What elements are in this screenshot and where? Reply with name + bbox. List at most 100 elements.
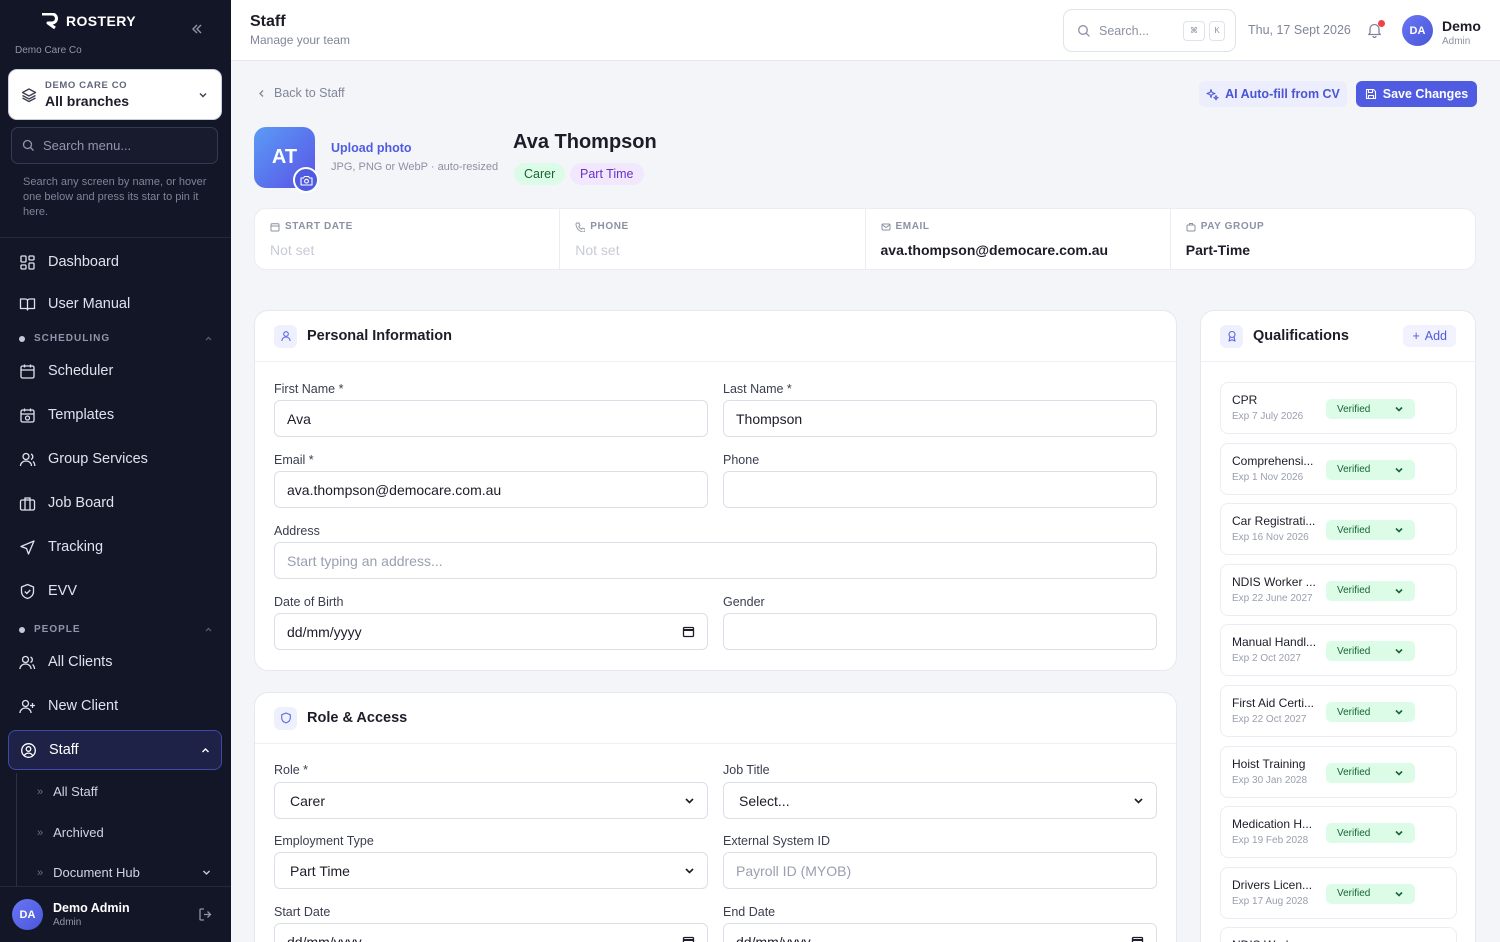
qualification-status-select[interactable]: Verified (1326, 883, 1415, 904)
submenu-item-all-staff[interactable]: » All Staff (37, 784, 212, 799)
sidebar-item-job-board[interactable]: Job Board (8, 483, 222, 523)
chevron-down-icon (1395, 467, 1403, 473)
first-name-input[interactable]: Ava (274, 400, 708, 437)
brand-name: ROSTERY (66, 13, 136, 29)
summary-label: EMAIL (895, 221, 930, 232)
qualification-item[interactable]: Manual Handl... Exp 2 Oct 2027 Verified (1220, 624, 1457, 677)
chevron-down-icon (1395, 588, 1403, 594)
sidebar-item-all-clients[interactable]: All Clients (8, 642, 222, 682)
qualification-item[interactable]: NDIS Worker ... (1220, 927, 1457, 942)
back-to-staff-link[interactable]: Back to Staff (257, 86, 345, 100)
shortcut-k-key: K (1209, 20, 1225, 41)
submenu-item-archived[interactable]: » Archived (37, 825, 212, 840)
ai-autofill-button[interactable]: AI Auto-fill from CV (1199, 81, 1347, 107)
external-id-input[interactable]: Payroll ID (MYOB) (723, 852, 1157, 889)
qualification-item[interactable]: Hoist Training Exp 30 Jan 2028 Verified (1220, 745, 1457, 798)
org-name: Demo Care Co (15, 45, 82, 56)
global-search-input[interactable]: Search... ⌘ K (1063, 9, 1236, 52)
email-input[interactable]: ava.thompson@democare.com.au (274, 471, 708, 508)
qualification-status-select[interactable]: Verified (1326, 823, 1415, 844)
double-chevron-icon: » (37, 866, 44, 879)
chevron-down-icon (1395, 649, 1403, 655)
external-id-label: External System ID (723, 834, 830, 848)
address-input[interactable]: Start typing an address... (274, 542, 1157, 579)
camera-icon[interactable] (293, 167, 319, 193)
sidebar-item-tracking[interactable]: Tracking (8, 527, 222, 567)
qualification-status-select[interactable]: Verified (1326, 459, 1415, 480)
save-changes-button[interactable]: Save Changes (1356, 81, 1477, 107)
user-circle-icon (21, 742, 36, 758)
qualification-item[interactable]: NDIS Worker ... Exp 22 June 2027 Verified (1220, 563, 1457, 616)
qualification-status-select[interactable]: Verified (1326, 762, 1415, 783)
status-label: Verified (1337, 403, 1371, 415)
job-title-select[interactable]: Select... (723, 782, 1157, 819)
sidebar-item-templates[interactable]: Templates (8, 395, 222, 435)
summary-value: Not set (270, 242, 315, 258)
search-placeholder: Search... (1099, 23, 1150, 38)
add-qualification-button[interactable]: + Add (1403, 325, 1456, 347)
card-title: Qualifications (1253, 328, 1349, 344)
sidebar-item-group-services[interactable]: Group Services (8, 439, 222, 479)
sidebar-item-staff[interactable]: Staff (8, 730, 222, 770)
sidebar-item-new-client[interactable]: New Client (8, 686, 222, 726)
summary-phone: PHONE Not set (560, 209, 866, 269)
sidebar-item-label: All Clients (48, 654, 113, 670)
sidebar-item-label: Templates (48, 407, 115, 423)
employment-type-select[interactable]: Part Time (274, 852, 708, 889)
start-date-input[interactable]: dd/mm/yyyy (274, 923, 708, 942)
qualification-item[interactable]: Car Registrati... Exp 16 Nov 2026 Verified (1220, 503, 1457, 556)
section-scheduling[interactable]: SCHEDULING (19, 333, 213, 344)
qualification-item[interactable]: Medication H... Exp 19 Feb 2028 Verified (1220, 806, 1457, 859)
qualification-name: Manual Handl... (1232, 635, 1317, 650)
collapse-sidebar-icon[interactable] (190, 22, 204, 36)
avatar[interactable]: DA (12, 899, 43, 930)
qualification-status-select[interactable]: Verified (1326, 702, 1415, 722)
last-name-input[interactable]: Thompson (723, 400, 1157, 437)
calendar-icon[interactable] (1131, 935, 1144, 942)
menu-search-input[interactable]: Search menu... (11, 127, 218, 164)
phone-input[interactable] (723, 471, 1157, 508)
section-people[interactable]: PEOPLE (19, 624, 213, 635)
shortcut-cmd-key: ⌘ (1183, 20, 1205, 41)
start-date-label: Start Date (274, 905, 331, 919)
sidebar-item-dashboard[interactable]: Dashboard (8, 242, 222, 282)
calendar-icon[interactable] (682, 935, 695, 942)
dob-input[interactable]: dd/mm/yyyy (274, 613, 708, 650)
status-label: Verified (1337, 645, 1371, 657)
save-button-label: Save Changes (1382, 87, 1469, 101)
upload-photo-link[interactable]: Upload photo (331, 141, 412, 155)
chevron-left-icon (259, 89, 264, 97)
submenu-item-document-hub[interactable]: » Document Hub (37, 865, 212, 880)
header-user-role: Admin (1442, 36, 1471, 47)
role-value: Carer (290, 792, 326, 809)
section-label: SCHEDULING (34, 333, 111, 344)
qualification-status-select[interactable]: Verified (1326, 399, 1415, 419)
role-select[interactable]: Carer (274, 782, 708, 819)
upload-hint: JPG, PNG or WebP · auto-resized (331, 161, 499, 173)
end-date-input[interactable]: dd/mm/yyyy (723, 923, 1157, 942)
header-avatar[interactable]: DA (1402, 15, 1433, 46)
logout-icon[interactable] (198, 907, 213, 922)
branch-selector[interactable]: DEMO CARE CO All branches (8, 69, 222, 120)
calendar-icon[interactable] (682, 625, 695, 638)
header-user-name[interactable]: Demo (1442, 18, 1481, 34)
sidebar-item-scheduler[interactable]: Scheduler (8, 351, 222, 391)
sidebar-item-user-manual[interactable]: User Manual (8, 284, 222, 324)
qualification-item[interactable]: Drivers Licen... Exp 17 Aug 2028 Verified (1220, 866, 1457, 919)
qualification-item[interactable]: CPR Exp 7 July 2026 Verified (1220, 382, 1457, 434)
brand-logo[interactable]: ROSTERY (41, 13, 136, 29)
sidebar-item-evv[interactable]: EVV (8, 571, 222, 611)
gender-input[interactable] (723, 613, 1157, 650)
qualification-item[interactable]: Comprehensi... Exp 1 Nov 2026 Verified (1220, 442, 1457, 495)
qualification-status-select[interactable]: Verified (1326, 580, 1415, 601)
back-label: Back to Staff (274, 86, 345, 100)
staff-summary-bar: START DATE Not set PHONE Not set EMAIL a… (254, 208, 1476, 270)
role-badge: Carer (514, 163, 566, 185)
qualification-name: NDIS Worker ... (1232, 938, 1322, 942)
current-date: Thu, 17 Sept 2026 (1248, 23, 1351, 37)
phone-icon (575, 222, 586, 232)
status-label: Verified (1337, 464, 1371, 476)
qualification-item[interactable]: First Aid Certi... Exp 22 Oct 2027 Verifie… (1220, 685, 1457, 737)
qualification-status-select[interactable]: Verified (1326, 520, 1415, 541)
qualification-status-select[interactable]: Verified (1326, 641, 1415, 662)
